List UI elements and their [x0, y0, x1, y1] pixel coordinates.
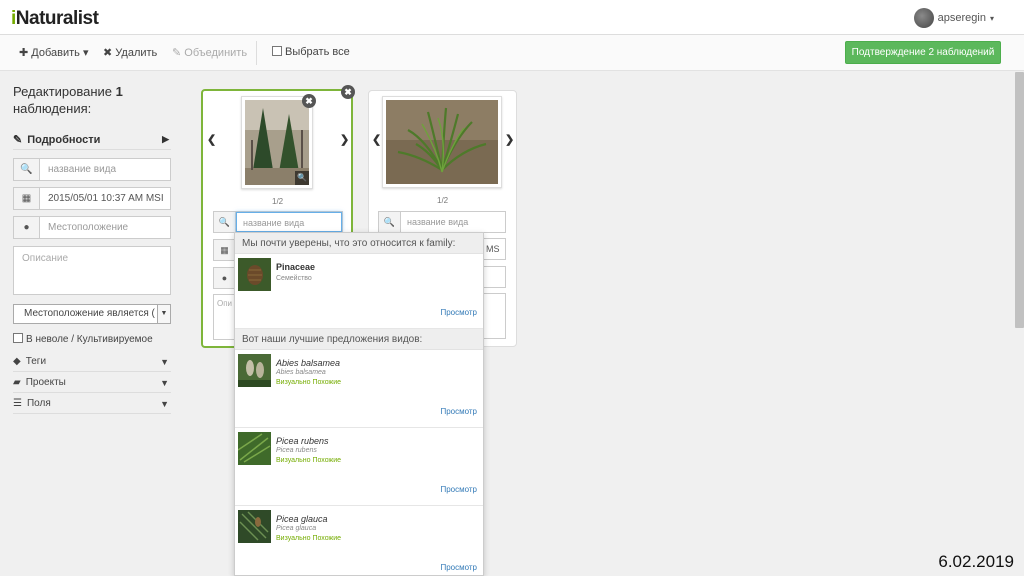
tag-icon: ◆ — [13, 356, 21, 367]
details-section-header[interactable]: ✎ Подробности ▶ — [13, 130, 171, 150]
captive-checkbox[interactable]: В неволе / Культивируемое — [13, 333, 153, 345]
chevron-left-icon[interactable]: ❮ — [372, 133, 381, 146]
merge-button[interactable]: ✎ Объединить — [172, 46, 247, 59]
inaturalist-logo[interactable]: iNaturalist — [11, 8, 99, 30]
tags-section[interactable]: ◆ Теги ▼ — [13, 352, 171, 372]
observation-photo[interactable] — [382, 96, 502, 188]
briefcase-icon: ▰ — [13, 377, 21, 388]
suggestion-item-species[interactable]: Abies balsamea Abies balsamea Визуально … — [235, 350, 483, 428]
sidebar-title: Редактирование 1 наблюдения: — [13, 84, 123, 116]
remove-photo-icon[interactable]: ✖ — [302, 94, 316, 108]
chevron-right-icon: ▶ — [162, 134, 169, 144]
map-marker-icon: ● — [214, 268, 236, 288]
projects-section[interactable]: ▰ Проекты ▼ — [13, 373, 171, 393]
picea-glauca-thumbnail — [238, 510, 271, 543]
search-icon: 🔍 — [14, 159, 40, 180]
username: apseregin — [937, 12, 986, 24]
card-species-field[interactable]: название вида — [236, 212, 342, 232]
user-menu[interactable]: apseregin ▾ — [913, 8, 994, 28]
checkbox-icon — [272, 46, 282, 56]
list-icon: ☰ — [13, 398, 22, 409]
chevron-down-icon: ▼ — [160, 377, 169, 388]
slide-date: 6.02.2019 — [938, 552, 1014, 571]
confirm-observations-button[interactable]: Подтверждение 2 наблюдений — [845, 41, 1001, 64]
observation-photo[interactable]: 🔍 — [241, 96, 313, 189]
grass-photo — [386, 100, 498, 184]
datetime-input[interactable]: ▦ 2015/05/01 10:37 AM MSI — [13, 187, 171, 210]
fields-section[interactable]: ☰ Поля ▼ — [13, 394, 171, 414]
photo-counter: 1/2 — [272, 197, 284, 206]
search-icon: 🔍 — [214, 212, 236, 232]
location-type-select[interactable]: Местоположение является ( ▼ — [13, 304, 171, 324]
card-species-input[interactable]: 🔍 название вида — [378, 211, 506, 233]
picea-rubens-thumbnail — [238, 432, 271, 465]
species-suggestions-dropdown: Мы почти уверены, что это относится к fa… — [234, 232, 484, 576]
chevron-right-icon[interactable]: ❯ — [340, 133, 349, 146]
view-link[interactable]: Просмотр — [440, 407, 477, 416]
suggestion-item-species[interactable]: Picea rubens Picea rubens Визуально Похо… — [235, 428, 483, 506]
suggestion-item-family[interactable]: Pinaceae Семейство Просмотр — [235, 254, 483, 329]
view-link[interactable]: Просмотр — [440, 485, 477, 494]
description-textarea[interactable]: Описание — [13, 246, 171, 295]
card-description-textarea[interactable] — [482, 293, 506, 339]
calendar-icon: ▦ — [14, 188, 40, 209]
species-suggestion-header: Вот наши лучшие предложения видов: — [235, 329, 483, 350]
species-name-input[interactable]: 🔍 название вида — [13, 158, 171, 181]
calendar-icon: ▦ — [214, 240, 236, 260]
batch-edit-sidebar: Редактирование 1 наблюдения: ✎ Подробнос… — [13, 83, 171, 414]
top-navbar: iNaturalist apseregin ▾ — [0, 0, 1024, 35]
abies-balsamea-thumbnail — [238, 354, 271, 387]
chevron-left-icon[interactable]: ❮ — [207, 133, 216, 146]
delete-button[interactable]: ✖ Удалить — [103, 46, 157, 59]
toolbar-divider — [256, 41, 257, 65]
suggestion-item-species[interactable]: Picea glauca Picea glauca Визуально Похо… — [235, 506, 483, 575]
card-species-input[interactable]: 🔍 название вида — [213, 211, 343, 233]
pinaceae-thumbnail — [238, 258, 271, 291]
remove-card-icon[interactable]: ✖ — [341, 85, 355, 99]
chevron-down-icon: ▼ — [157, 305, 170, 323]
view-link[interactable]: Просмотр — [440, 563, 477, 572]
chevron-down-icon: ▾ — [989, 13, 994, 23]
add-button[interactable]: ✚ Добавить ▾ — [19, 46, 88, 59]
avatar — [913, 8, 934, 28]
checkbox-icon — [13, 333, 23, 343]
card-location-input[interactable] — [482, 266, 506, 288]
card-datetime-input[interactable]: MS — [482, 238, 506, 260]
family-suggestion-header: Мы почти уверены, что это относится к fa… — [235, 233, 483, 254]
chevron-down-icon: ▼ — [160, 398, 169, 409]
search-icon: 🔍 — [379, 212, 401, 232]
pencil-icon: ✎ — [13, 134, 23, 146]
map-marker-icon: ● — [14, 217, 40, 238]
zoom-icon[interactable]: 🔍 — [295, 171, 309, 185]
chevron-down-icon: ▼ — [160, 356, 169, 367]
location-input[interactable]: ● Местоположение — [13, 216, 171, 239]
select-all-checkbox[interactable]: Выбрать все — [272, 46, 350, 58]
photo-counter: 1/2 — [437, 196, 449, 205]
page-scrollbar[interactable] — [1015, 72, 1024, 328]
chevron-right-icon[interactable]: ❯ — [505, 133, 514, 146]
view-link[interactable]: Просмотр — [440, 308, 477, 317]
